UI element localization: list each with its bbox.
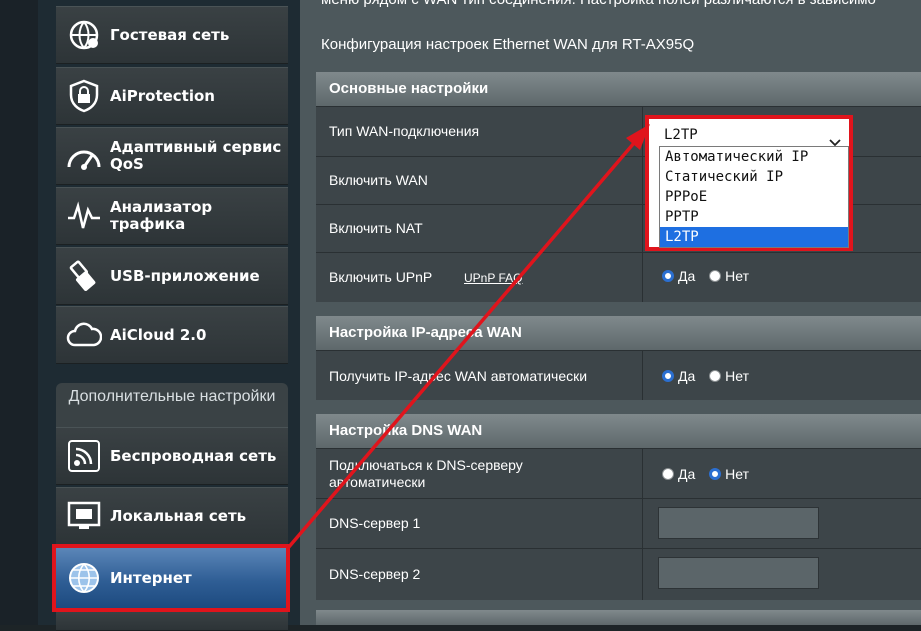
annotation-arrow [286,124,650,550]
